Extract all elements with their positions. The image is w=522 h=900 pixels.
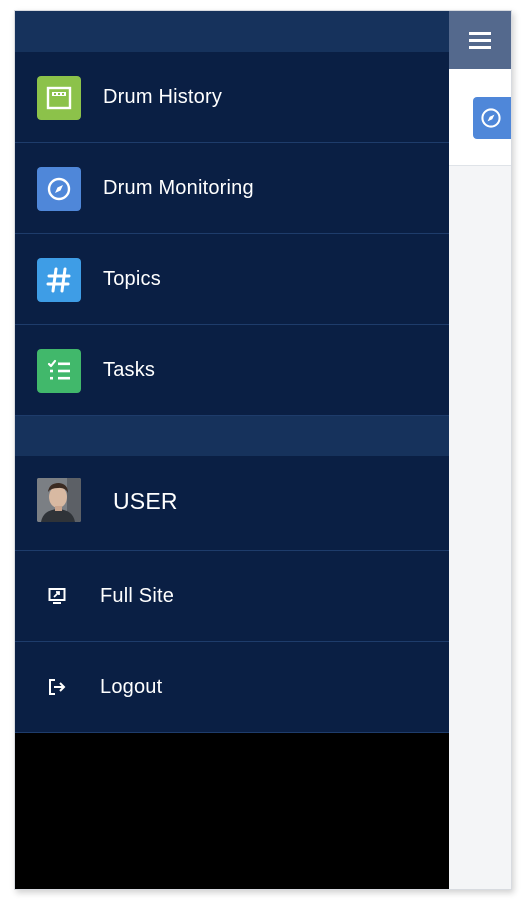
full-site-icon (47, 586, 67, 606)
hamburger-menu-button[interactable] (449, 11, 511, 69)
app-frame: Drum History Drum Monitoring Topics Task… (14, 10, 512, 890)
full-site-link[interactable]: Full Site (15, 551, 449, 642)
compass-icon (37, 167, 81, 211)
logout-icon (47, 677, 67, 697)
drum-history-icon (37, 76, 81, 120)
content-header-strip (449, 69, 511, 166)
compass-icon[interactable] (473, 97, 511, 139)
navigation-drawer: Drum History Drum Monitoring Topics Task… (15, 11, 449, 889)
nav-item-label: Tasks (103, 358, 156, 381)
hashtag-icon (37, 258, 81, 302)
nav-item-topics[interactable]: Topics (15, 234, 449, 325)
section-divider (15, 416, 449, 456)
main-content-peek (449, 11, 511, 889)
nav-item-drum-monitoring[interactable]: Drum Monitoring (15, 143, 449, 234)
full-site-label: Full Site (100, 584, 175, 607)
logout-link[interactable]: Logout (15, 642, 449, 733)
nav-item-drum-history[interactable]: Drum History (15, 52, 449, 143)
user-profile-item[interactable]: USER (15, 456, 449, 551)
task-list-icon (37, 349, 81, 393)
nav-item-label: Topics (103, 267, 161, 290)
nav-item-label: Drum Monitoring (103, 176, 254, 199)
nav-item-label: Drum History (103, 85, 223, 108)
drawer-header-bar (15, 11, 449, 52)
nav-item-tasks[interactable]: Tasks (15, 325, 449, 416)
logout-label: Logout (100, 675, 163, 698)
hamburger-menu-icon (469, 32, 491, 49)
user-avatar (37, 478, 81, 522)
user-name: USER (113, 487, 178, 514)
